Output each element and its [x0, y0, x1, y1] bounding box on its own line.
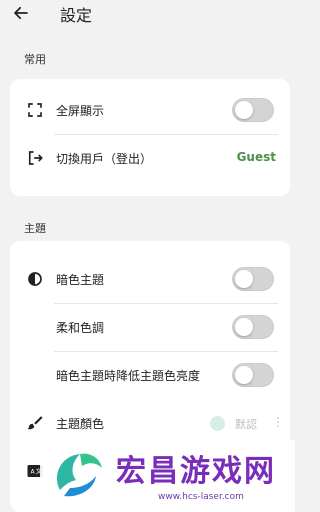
row-dim-brightness[interactable]: 暗色主題時降低主題色亮度 [10, 351, 290, 399]
dark-theme-label: 暗色主題 [56, 273, 105, 287]
section-title-theme: 主題 [24, 222, 46, 235]
watermark-overlay: 宏昌游戏网 www.hcs-laser.com [40, 440, 295, 512]
toggle-knob [235, 270, 253, 288]
contrast-icon [28, 272, 42, 286]
soft-tone-label: 柔和色調 [56, 321, 105, 335]
watermark-text: 宏昌游戏网 [116, 454, 276, 489]
watermark-logo-icon [56, 453, 102, 497]
row-dark-theme[interactable]: 暗色主題 [10, 255, 290, 303]
fullscreen-icon [28, 103, 42, 117]
dark-theme-toggle[interactable] [232, 267, 274, 291]
brush-icon [27, 416, 43, 430]
switch-user-label: 切換用戶（登出） [56, 152, 153, 166]
divider [54, 351, 278, 352]
watermark-url: www.hcs-laser.com [158, 492, 244, 502]
fullscreen-label: 全屏顯示 [56, 104, 105, 118]
theme-color-label: 主題顏色 [56, 417, 105, 431]
app-bar: 設定 [0, 0, 300, 26]
theme-color-value: 默認 [235, 418, 257, 431]
row-switch-user[interactable]: 切換用戶（登出） Guest [10, 134, 290, 182]
current-user-value: Guest [236, 150, 276, 164]
toggle-knob [235, 366, 253, 384]
toggle-knob [235, 101, 253, 119]
dim-brightness-label: 暗色主題時降低主題色亮度 [56, 369, 201, 383]
common-card: 全屏顯示 切換用戶（登出） Guest [10, 79, 290, 196]
fullscreen-toggle[interactable] [232, 98, 274, 122]
logout-icon [28, 151, 43, 165]
dim-brightness-toggle[interactable] [232, 363, 274, 387]
soft-tone-toggle[interactable] [232, 315, 274, 339]
back-arrow-icon[interactable] [12, 4, 30, 22]
row-fullscreen[interactable]: 全屏顯示 [10, 86, 290, 134]
row-soft-tone[interactable]: 柔和色調 [10, 303, 290, 351]
more-options-icon[interactable]: ⋮ [272, 415, 284, 429]
page-title: 設定 [60, 6, 93, 25]
divider [54, 134, 278, 135]
section-title-common: 常用 [24, 53, 46, 66]
theme-color-swatch [210, 416, 225, 431]
toggle-knob [235, 318, 253, 336]
divider [54, 303, 278, 304]
